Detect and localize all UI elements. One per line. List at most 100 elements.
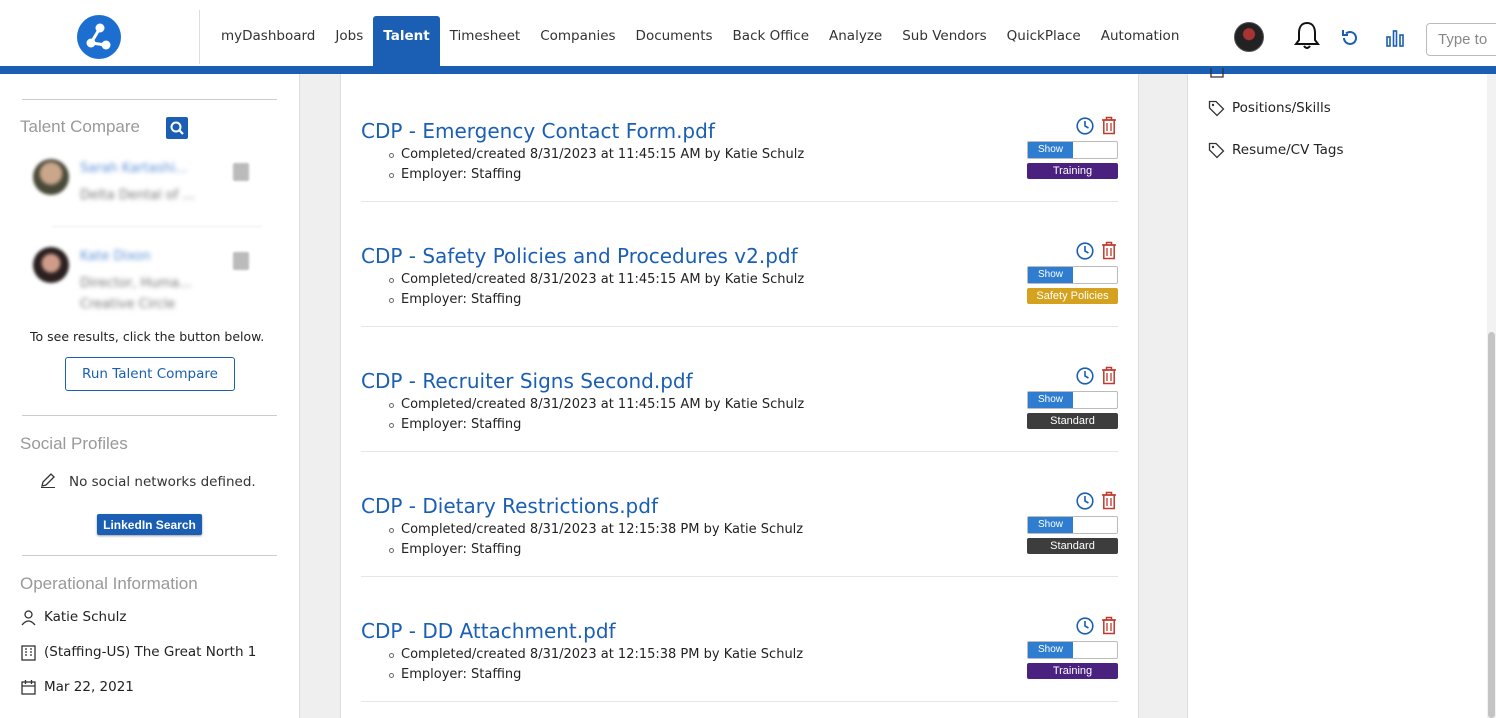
divider bbox=[22, 415, 277, 416]
show-toggle-label: Show bbox=[1028, 517, 1073, 533]
bullet bbox=[389, 173, 394, 178]
trash-icon[interactable] bbox=[1101, 616, 1117, 635]
bullet bbox=[389, 673, 394, 678]
right-item-label: Resume/CV Tags bbox=[1232, 142, 1344, 158]
trash-icon[interactable] bbox=[1101, 116, 1117, 135]
show-toggle-label: Show bbox=[1028, 142, 1073, 158]
operational-row-office: (Staffing-US) The Great North 1 bbox=[20, 642, 256, 662]
show-toggle-label: Show bbox=[1028, 642, 1073, 658]
document-title-link[interactable]: CDP - Recruiter Signs Second.pdf bbox=[361, 369, 693, 393]
bullet bbox=[389, 278, 394, 283]
compare-person-name[interactable]: Kate Dixon bbox=[80, 249, 151, 264]
compare-person-name[interactable]: Sarah Kartashi... bbox=[80, 161, 188, 176]
documents-list: CDP - Emergency Contact Form.pdf Complet… bbox=[340, 74, 1139, 718]
compare-person-company: Delta Dental of ... bbox=[80, 188, 195, 203]
bar-chart-icon[interactable] bbox=[1385, 28, 1405, 48]
nav-divider bbox=[199, 10, 200, 64]
document-employer-text: Employer: Staffing bbox=[401, 292, 522, 307]
nav-stripe bbox=[0, 66, 1496, 74]
document-title-link[interactable]: CDP - Emergency Contact Form.pdf bbox=[361, 119, 715, 143]
talent-compare-search-button[interactable] bbox=[166, 117, 188, 139]
show-toggle[interactable]: Show bbox=[1027, 641, 1118, 659]
document-employer-text: Employer: Staffing bbox=[401, 167, 522, 182]
show-toggle[interactable]: Show bbox=[1027, 516, 1118, 534]
right-item-label: Positions/Skills bbox=[1232, 100, 1331, 116]
user-avatar[interactable] bbox=[1234, 22, 1264, 52]
operational-value: Mar 22, 2021 bbox=[44, 679, 134, 695]
nav-item-back-office[interactable]: Back Office bbox=[723, 16, 819, 66]
clock-icon[interactable] bbox=[1076, 617, 1094, 635]
social-profiles-title: Social Profiles bbox=[20, 434, 128, 453]
refresh-icon[interactable] bbox=[1340, 28, 1360, 48]
document-employer-text: Employer: Staffing bbox=[401, 542, 522, 557]
operational-value: Katie Schulz bbox=[44, 609, 127, 625]
document-row: CDP - Emergency Contact Form.pdf Complet… bbox=[341, 77, 1138, 202]
checkbox-icon[interactable] bbox=[1210, 68, 1224, 78]
bullet bbox=[389, 528, 394, 533]
pencil-icon[interactable] bbox=[40, 472, 56, 488]
document-tag-badge: Training bbox=[1027, 663, 1118, 679]
app-logo-icon[interactable] bbox=[77, 15, 121, 59]
no-social-text: No social networks defined. bbox=[69, 474, 256, 490]
document-icon[interactable] bbox=[233, 252, 249, 270]
nav-item-documents[interactable]: Documents bbox=[626, 16, 723, 66]
trash-icon[interactable] bbox=[1101, 241, 1117, 260]
page-scrollbar[interactable] bbox=[1487, 74, 1496, 718]
document-employer-text: Employer: Staffing bbox=[401, 417, 522, 432]
right-item-positions-skills[interactable]: Positions/Skills bbox=[1208, 98, 1331, 118]
document-employer-text: Employer: Staffing bbox=[401, 667, 522, 682]
nav-item-mydashboard[interactable]: myDashboard bbox=[211, 16, 325, 66]
nav-item-sub-vendors[interactable]: Sub Vendors bbox=[892, 16, 996, 66]
clock-icon[interactable] bbox=[1076, 242, 1094, 260]
document-completed-text: Completed/created 8/31/2023 at 12:15:38 … bbox=[401, 647, 804, 662]
compare-hint-text: To see results, click the button below. bbox=[30, 329, 265, 344]
linkedin-search-button[interactable]: LinkedIn Search bbox=[97, 514, 202, 535]
document-title-link[interactable]: CDP - DD Attachment.pdf bbox=[361, 619, 616, 643]
show-toggle[interactable]: Show bbox=[1027, 141, 1118, 159]
show-toggle-label: Show bbox=[1028, 392, 1073, 408]
nav-item-analyze[interactable]: Analyze bbox=[819, 16, 892, 66]
scrollbar-thumb[interactable] bbox=[1488, 332, 1495, 718]
building-icon bbox=[21, 644, 36, 661]
left-sidebar: Talent Compare Sarah Kartashi... Delta D… bbox=[0, 74, 300, 718]
nav-item-quickplace[interactable]: QuickPlace bbox=[997, 16, 1091, 66]
global-search-input[interactable]: Type to bbox=[1426, 23, 1496, 56]
nav-item-timesheet[interactable]: Timesheet bbox=[440, 16, 531, 66]
bullet bbox=[389, 423, 394, 428]
divider bbox=[52, 226, 262, 227]
document-completed-text: Completed/created 8/31/2023 at 12:15:38 … bbox=[401, 522, 804, 537]
top-navbar: myDashboard Jobs Talent Timesheet Compan… bbox=[0, 0, 1496, 74]
clock-icon[interactable] bbox=[1076, 367, 1094, 385]
tag-icon bbox=[1208, 142, 1225, 158]
talent-compare-title: Talent Compare bbox=[20, 117, 141, 136]
calendar-icon bbox=[21, 679, 36, 695]
document-row: CDP - Safety Policies and Procedures v2.… bbox=[341, 202, 1138, 327]
search-icon bbox=[170, 121, 184, 135]
trash-icon[interactable] bbox=[1101, 366, 1117, 385]
document-tag-badge: Safety Policies bbox=[1027, 288, 1118, 304]
show-toggle[interactable]: Show bbox=[1027, 391, 1118, 409]
nav-item-companies[interactable]: Companies bbox=[530, 16, 625, 66]
user-icon bbox=[21, 609, 36, 625]
document-icon[interactable] bbox=[233, 163, 249, 181]
trash-icon[interactable] bbox=[1101, 491, 1117, 510]
document-row: CDP - Dietary Restrictions.pdf Completed… bbox=[341, 452, 1138, 577]
run-talent-compare-button[interactable]: Run Talent Compare bbox=[65, 357, 235, 391]
operational-info-title: Operational Information bbox=[20, 574, 198, 593]
avatar bbox=[33, 159, 69, 195]
compare-person-company: Creative Circle bbox=[80, 297, 176, 312]
nav-item-jobs[interactable]: Jobs bbox=[325, 16, 373, 66]
nav-item-automation[interactable]: Automation bbox=[1091, 16, 1190, 66]
show-toggle[interactable]: Show bbox=[1027, 266, 1118, 284]
clock-icon[interactable] bbox=[1076, 117, 1094, 135]
document-title-link[interactable]: CDP - Safety Policies and Procedures v2.… bbox=[361, 244, 798, 268]
clock-icon[interactable] bbox=[1076, 492, 1094, 510]
bullet bbox=[389, 298, 394, 303]
bullet bbox=[389, 153, 394, 158]
right-item-resume-cv-tags[interactable]: Resume/CV Tags bbox=[1208, 140, 1344, 160]
operational-row-recruiter: Katie Schulz bbox=[20, 607, 126, 627]
bell-icon[interactable] bbox=[1294, 20, 1320, 50]
document-title-link[interactable]: CDP - Dietary Restrictions.pdf bbox=[361, 494, 658, 518]
nav-item-talent[interactable]: Talent bbox=[373, 16, 440, 66]
document-tag-badge: Standard bbox=[1027, 413, 1118, 429]
